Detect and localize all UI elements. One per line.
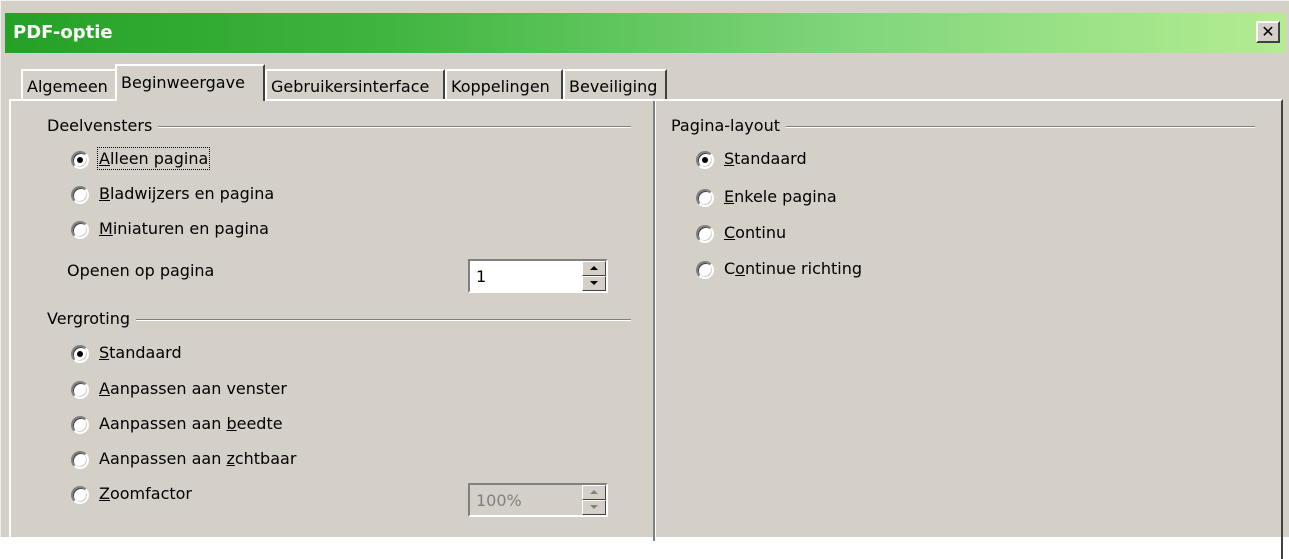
title-bar: PDF-optie ✕ (5, 13, 1286, 53)
tab-label: Beveiliging (569, 77, 658, 96)
close-icon: ✕ (1261, 22, 1275, 41)
close-button[interactable]: ✕ (1256, 21, 1280, 43)
window-title: PDF-optie (13, 22, 113, 43)
tab-beveiliging[interactable]: Beveiliging (563, 69, 667, 101)
tab-gebruikersinterface[interactable]: Gebruikersinterface (265, 69, 445, 101)
tab-algemeen[interactable]: Algemeen (21, 69, 117, 101)
tab-label: Gebruikersinterface (271, 77, 430, 96)
tab-beginweergave[interactable]: Beginweergave (115, 64, 265, 101)
tab-label: Koppelingen (451, 77, 550, 96)
pdf-options-dialog: PDF-optie ✕ Algemeen Beginweergave Gebru… (0, 0, 1289, 559)
tab-panel (9, 99, 1283, 559)
tab-label: Beginweergave (121, 73, 245, 92)
tab-koppelingen[interactable]: Koppelingen (445, 69, 563, 101)
tab-label: Algemeen (27, 77, 108, 96)
